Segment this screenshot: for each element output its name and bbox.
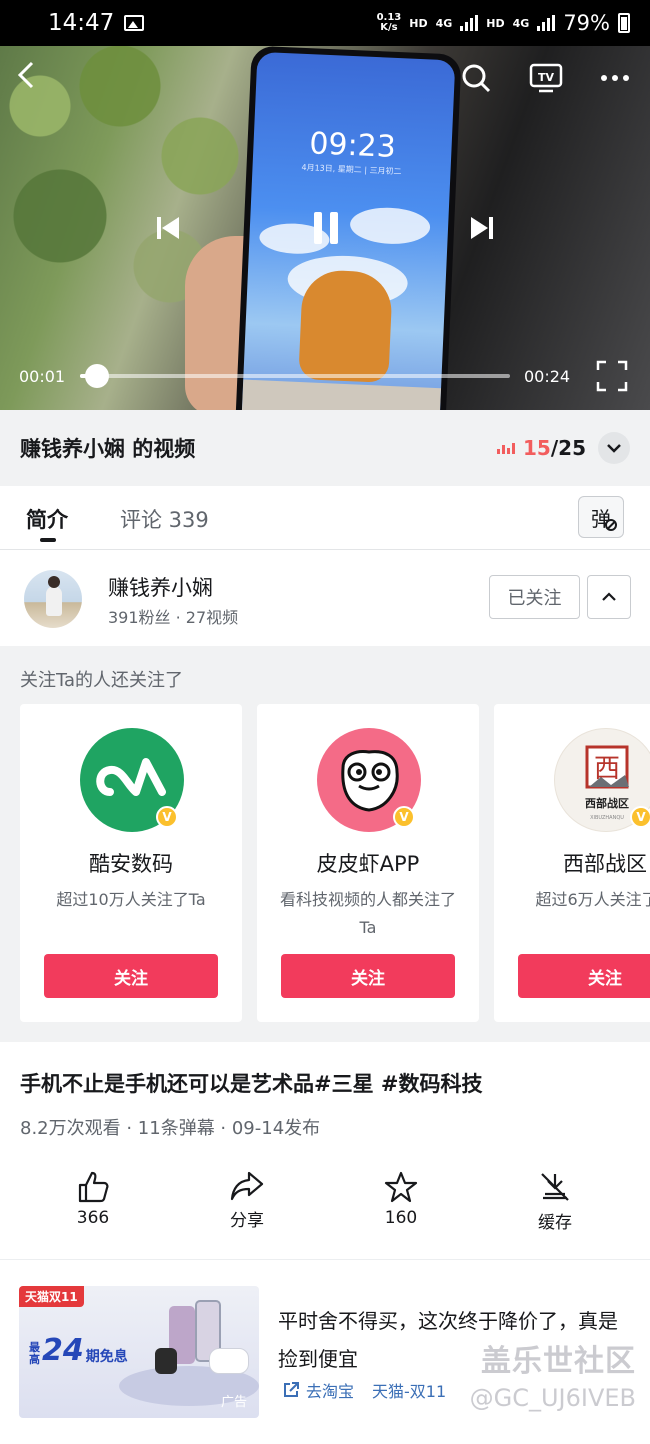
- product-watch: [155, 1348, 177, 1374]
- playlist-bar[interactable]: 赚钱养小娴 的视频 15 / 25: [0, 410, 650, 486]
- cache-button[interactable]: 缓存: [495, 1170, 615, 1233]
- battery-percent: 79%: [563, 11, 610, 35]
- signal-icon-2: [537, 15, 556, 31]
- danmaku-off-icon: [605, 519, 617, 531]
- external-link-icon: [284, 1382, 299, 1397]
- ad-link-label: 去淘宝: [306, 1382, 355, 1401]
- thumbs-up-icon: [78, 1171, 109, 1203]
- share-button[interactable]: 分享: [187, 1170, 307, 1231]
- tab-bar: 简介 评论 339: [0, 486, 650, 550]
- product-earbuds: [209, 1348, 249, 1374]
- network-type-2: 4G: [512, 16, 530, 30]
- playlist-current: 15: [523, 436, 551, 460]
- battery-icon: [618, 13, 630, 33]
- video-phone: 09:23 4月13日, 星期二 | 三月初二: [234, 46, 462, 410]
- recommend-desc: 超过10万人关注了Ta: [56, 890, 206, 909]
- cat-image: [298, 269, 394, 383]
- playlist-total: 25: [558, 436, 586, 460]
- uploader-name[interactable]: 赚钱养小娴: [108, 572, 213, 602]
- fullscreen-icon[interactable]: [594, 358, 630, 394]
- uploader-stats: 391粉丝 · 27视频: [108, 608, 239, 627]
- pause-icon[interactable]: [306, 208, 346, 248]
- current-time: 00:01: [19, 367, 66, 386]
- image-notification-icon: [124, 15, 145, 31]
- recommend-section: 关注Ta的人还关注了 V 酷安数码 超过10万人关注了Ta 关注 V 皮皮虾AP…: [0, 646, 650, 1042]
- network-type: 4G: [435, 16, 453, 30]
- signal-icon: [460, 15, 479, 31]
- action-bar: 366 分享 160 缓存: [0, 1170, 650, 1260]
- status-bar: 14:47 0.13 K/s HD 4G HD 4G 79%: [0, 0, 650, 46]
- favorite-button[interactable]: 160: [341, 1170, 461, 1228]
- playlist-title: 赚钱养小娴 的视频: [20, 437, 196, 461]
- ad-link[interactable]: 去淘宝 天猫-双11: [282, 1378, 446, 1402]
- svg-text:西部战区: 西部战区: [585, 796, 629, 810]
- playing-bars-icon: [497, 442, 515, 454]
- like-button[interactable]: 366: [33, 1170, 153, 1228]
- video-title[interactable]: 手机不止是手机还可以是艺术品#三星 #数码科技: [20, 1068, 483, 1098]
- svg-text:XIBUZHANQU: XIBUZHANQU: [590, 815, 624, 821]
- download-off-icon: [541, 1173, 569, 1201]
- status-time: 14:47: [48, 10, 115, 36]
- svg-text:TV: TV: [538, 71, 555, 84]
- ad-link-sub: 天猫-双11: [372, 1382, 447, 1401]
- status-right: 0.13 K/s HD 4G HD 4G 79%: [377, 11, 630, 35]
- tab-comments[interactable]: 评论 339: [120, 504, 209, 534]
- recommend-name: 酷安数码: [89, 852, 173, 876]
- recommend-card[interactable]: 西西部战区 XIBUZHANQU V 西部战区 超过6万人关注了Ta 关注: [494, 704, 650, 1022]
- favorite-count: 160: [384, 1208, 418, 1228]
- duration-time: 00:24: [524, 367, 571, 386]
- danmaku-toggle-button[interactable]: 弹: [578, 496, 624, 538]
- uploader-row: 赚钱养小娴 391粉丝 · 27视频 已关注: [0, 550, 650, 646]
- hd-badge-2: HD: [486, 16, 505, 30]
- verified-badge-icon: V: [393, 806, 415, 828]
- recommend-name: 西部战区: [563, 852, 647, 876]
- video-meta: 8.2万次观看 · 11条弹幕 · 09-14发布: [20, 1118, 321, 1139]
- tab-active-indicator: [40, 538, 56, 542]
- svg-text:西: 西: [594, 754, 620, 784]
- verified-badge-icon: V: [630, 806, 650, 828]
- search-icon[interactable]: [460, 62, 492, 94]
- verified-badge-icon: V: [156, 806, 178, 828]
- ad-label: 广告: [220, 1395, 247, 1410]
- back-icon[interactable]: [12, 60, 40, 90]
- progress-knob[interactable]: [85, 364, 109, 388]
- tab-intro[interactable]: 简介: [26, 504, 68, 534]
- chevron-down-icon[interactable]: [598, 432, 630, 464]
- chevron-up-icon[interactable]: [587, 575, 631, 619]
- share-label: 分享: [230, 1211, 264, 1231]
- recommend-heading: 关注Ta的人还关注了: [20, 670, 184, 691]
- star-icon: [384, 1171, 418, 1203]
- follow-button[interactable]: 关注: [44, 954, 218, 998]
- recommend-desc: 超过6万人关注了Ta: [535, 890, 650, 909]
- progress-bar[interactable]: [80, 364, 510, 388]
- follow-button[interactable]: 关注: [518, 954, 650, 998]
- follow-button[interactable]: 关注: [281, 954, 455, 998]
- watermark: 盖乐世社区 @GC_UJ6IVEB: [469, 1344, 636, 1412]
- video-phone-screen: 09:23 4月13日, 星期二 | 三月初二: [240, 51, 456, 410]
- recommend-card[interactable]: V 皮皮虾APP 看科技视频的人都关注了Ta 关注: [257, 704, 479, 1022]
- playlist-counter: 15 / 25: [497, 436, 586, 460]
- ad-image[interactable]: 天猫双11 最高 24 期免息 广告: [19, 1286, 259, 1418]
- playlist-separator: /: [550, 436, 559, 460]
- tmall-badge: 天猫双11: [19, 1286, 84, 1307]
- recommend-card[interactable]: V 酷安数码 超过10万人关注了Ta 关注: [20, 704, 242, 1022]
- previous-icon[interactable]: [152, 212, 184, 244]
- recommend-name: 皮皮虾APP: [316, 852, 420, 876]
- next-icon[interactable]: [466, 212, 498, 244]
- avatar[interactable]: [24, 570, 82, 628]
- like-count: 366: [76, 1208, 110, 1228]
- recommend-desc: 看科技视频的人都关注了Ta: [279, 890, 456, 937]
- video-player[interactable]: 09:23 4月13日, 星期二 | 三月初二 TV 00:01 00:24: [0, 46, 650, 410]
- more-icon[interactable]: [598, 66, 632, 90]
- net-speed: 0.13 K/s: [376, 12, 402, 33]
- hd-badge: HD: [409, 16, 428, 30]
- share-icon: [230, 1171, 264, 1201]
- followed-button[interactable]: 已关注: [489, 575, 580, 619]
- ad-promo: 最高 24 期免息: [29, 1333, 128, 1368]
- cache-label: 缓存: [538, 1213, 572, 1233]
- tv-cast-icon[interactable]: TV: [528, 62, 564, 94]
